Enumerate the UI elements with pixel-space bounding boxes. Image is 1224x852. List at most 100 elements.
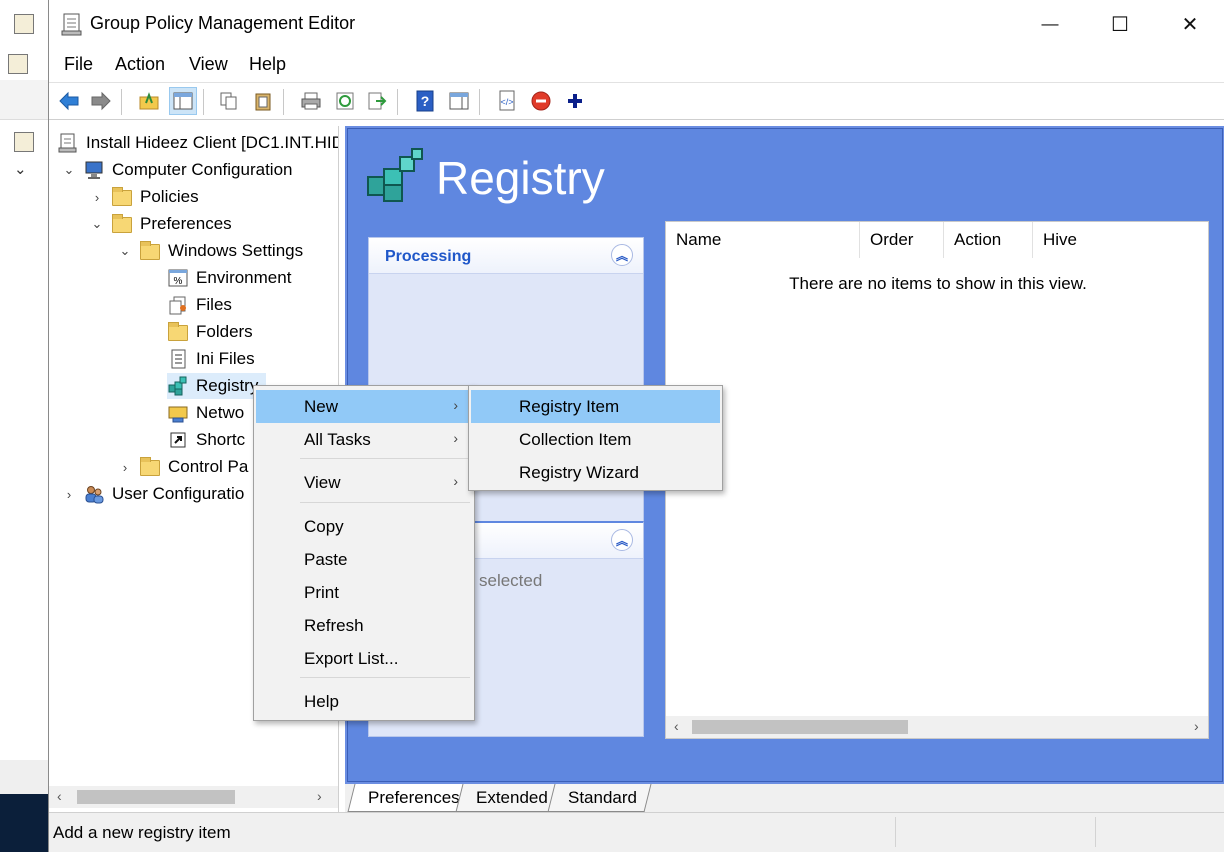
scroll-left-icon[interactable]: ‹	[57, 788, 62, 804]
tree-item-network-shares[interactable]: Netwo	[167, 400, 244, 426]
tree-item-control-panel[interactable]: › Control Pa	[117, 454, 248, 480]
menu-item-view[interactable]: View ›	[256, 466, 472, 499]
export-list-toolbar-button[interactable]	[363, 87, 391, 115]
tab-extended[interactable]: Extended	[455, 784, 563, 812]
chevron-right-icon: ›	[453, 473, 458, 489]
show-hide-action-pane-button[interactable]	[445, 87, 473, 115]
chevron-right-icon[interactable]: ›	[61, 487, 77, 502]
tree-item-preferences[interactable]: ⌄ Preferences	[89, 211, 232, 237]
chevron-down-icon[interactable]: ⌄	[117, 243, 133, 259]
network-icon	[167, 402, 189, 424]
menu-item-refresh[interactable]: Refresh	[256, 609, 472, 642]
maximize-button[interactable]: ☐	[1085, 0, 1155, 48]
background-tree-icon	[14, 132, 34, 152]
tree-item-environment[interactable]: % Environment	[167, 265, 291, 291]
menu-item-print[interactable]: Print	[256, 576, 472, 609]
menu-item-registry-wizard[interactable]: Registry Wizard	[471, 456, 720, 489]
tree-item-files[interactable]: Files	[167, 292, 232, 318]
svg-text:%: %	[174, 276, 183, 287]
menu-item-paste[interactable]: Paste	[256, 543, 472, 576]
refresh-toolbar-button[interactable]	[331, 87, 359, 115]
tree-item-user-configuration[interactable]: › User Configuratio	[61, 481, 244, 507]
tab-preferences[interactable]: Preferences	[347, 784, 475, 812]
minimize-button[interactable]: —	[1015, 0, 1085, 48]
svg-text:</>: </>	[500, 97, 513, 107]
empty-list-message: There are no items to show in this view.	[789, 274, 1087, 293]
tree-item-computer-configuration[interactable]: ⌄ Computer Configuration	[61, 157, 292, 183]
show-hide-console-tree-button[interactable]	[169, 87, 197, 115]
svg-text:?: ?	[421, 93, 430, 109]
tree-item-shortcuts[interactable]: Shortc	[167, 427, 245, 453]
up-folder-button[interactable]	[135, 87, 163, 115]
policy-scroll-icon	[61, 13, 82, 36]
back-button[interactable]	[55, 87, 83, 115]
tree-item-ini-files[interactable]: Ini Files	[167, 346, 255, 372]
tree-item-policies[interactable]: › Policies	[89, 184, 199, 210]
maximize-icon: ☐	[1111, 13, 1129, 36]
menu-help[interactable]: Help	[249, 54, 286, 75]
paste-toolbar-button[interactable]	[249, 87, 277, 115]
menu-file[interactable]: File	[64, 54, 93, 75]
title-bar: Group Policy Management Editor — ☐ ✕	[49, 0, 1224, 48]
menu-item-copy[interactable]: Copy	[256, 510, 472, 543]
menu-item-all-tasks[interactable]: All Tasks ›	[256, 423, 472, 456]
menu-item-new[interactable]: New ›	[256, 390, 472, 423]
processing-title: Processing	[385, 248, 472, 265]
xml-view-button[interactable]: </>	[493, 87, 521, 115]
background-app-icon	[14, 14, 34, 34]
menu-bar: File Action View Help	[49, 48, 1224, 82]
add-item-button[interactable]	[561, 87, 589, 115]
scroll-right-icon[interactable]: ›	[317, 788, 322, 804]
chevron-down-icon: ⌄	[14, 161, 27, 178]
document-xml-icon: </>	[499, 90, 515, 111]
registry-icon	[167, 375, 189, 397]
chevron-right-icon: ›	[453, 430, 458, 446]
chevron-right-icon[interactable]: ›	[117, 460, 133, 475]
users-icon	[83, 483, 105, 505]
forward-button[interactable]	[87, 87, 115, 115]
copy-icon	[220, 92, 237, 110]
chevron-right-icon[interactable]: ›	[89, 190, 105, 205]
column-header-order[interactable]: Order	[860, 222, 944, 258]
help-icon: ?	[416, 90, 434, 112]
tree-item-registry[interactable]: Registry	[167, 373, 267, 399]
list-horizontal-scrollbar[interactable]: ‹ ›	[666, 716, 1208, 738]
scrollbar-thumb[interactable]	[77, 790, 235, 804]
menu-action[interactable]: Action	[115, 54, 165, 75]
chevron-down-icon[interactable]: ⌄	[61, 162, 77, 178]
console-tree-icon	[173, 92, 193, 110]
menu-item-help[interactable]: Help	[256, 685, 472, 718]
control-panel-folder-icon	[139, 456, 161, 478]
collapse-chevron-icon[interactable]: ︽	[611, 529, 633, 551]
menu-item-collection-item[interactable]: Collection Item	[471, 423, 720, 456]
forward-arrow-icon	[91, 91, 111, 111]
stop-icon	[531, 91, 551, 111]
collapse-chevron-icon[interactable]: ︽	[611, 244, 633, 266]
folder-star-icon	[167, 321, 189, 343]
close-button[interactable]: ✕	[1155, 0, 1224, 48]
chevron-right-icon: ›	[453, 397, 458, 413]
tree-horizontal-scrollbar[interactable]: ‹ ›	[49, 786, 338, 808]
scrollbar-thumb[interactable]	[692, 720, 908, 734]
column-header-action[interactable]: Action	[944, 222, 1033, 258]
tree-root-gpo[interactable]: Install Hideez Client [DC1.INT.HID	[57, 130, 338, 156]
menu-view[interactable]: View	[189, 54, 228, 75]
menu-item-export-list[interactable]: Export List...	[256, 642, 472, 675]
tree-item-windows-settings[interactable]: ⌄ Windows Settings	[117, 238, 303, 264]
scroll-left-icon[interactable]: ‹	[674, 718, 679, 734]
folder-icon	[139, 240, 161, 262]
tree-item-folders[interactable]: Folders	[167, 319, 253, 345]
disable-item-button[interactable]	[527, 87, 555, 115]
column-header-name[interactable]: Name	[666, 222, 860, 258]
toolbar: ? </>	[49, 82, 1224, 120]
print-toolbar-button[interactable]	[297, 87, 325, 115]
registry-items-list[interactable]: Name Order Action Hive There are no item…	[665, 221, 1209, 739]
copy-toolbar-button[interactable]	[215, 87, 243, 115]
help-toolbar-button[interactable]: ?	[411, 87, 439, 115]
back-arrow-icon	[59, 91, 79, 111]
tab-standard[interactable]: Standard	[547, 784, 652, 812]
menu-item-registry-item[interactable]: Registry Item	[471, 390, 720, 423]
scroll-right-icon[interactable]: ›	[1194, 718, 1199, 734]
chevron-down-icon[interactable]: ⌄	[89, 216, 105, 232]
column-header-hive[interactable]: Hive	[1033, 222, 1210, 258]
